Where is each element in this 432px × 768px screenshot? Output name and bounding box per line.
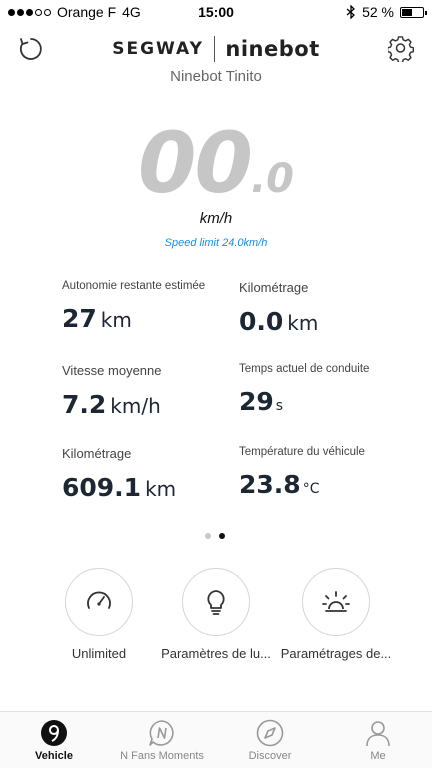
stat-total-mileage: Kilométrage 609.1 km — [62, 446, 232, 502]
tab-n-fans-label: N Fans Moments — [120, 750, 204, 762]
speed-value: 00 — [138, 114, 253, 212]
status-bar: Orange F 4G 15:00 52 % — [0, 0, 432, 24]
stat-label: Kilométrage — [239, 280, 309, 295]
stat-label: Autonomie restante estimée — [62, 280, 206, 292]
tab-discover-label: Discover — [248, 750, 292, 762]
tab-bar: Vehicle N Fans Moments Discover Me — [0, 711, 432, 768]
stat-value: 23.8 °C — [239, 470, 320, 499]
stat-label: Vitesse moyenne — [62, 363, 162, 378]
alarm-settings-circle[interactable] — [302, 568, 370, 636]
speed-unit: km/h — [199, 210, 233, 227]
stat-value: 609.1 km — [62, 473, 177, 502]
refresh-icon — [19, 38, 42, 60]
page-dot-2[interactable] — [219, 533, 225, 539]
bluetooth-icon — [346, 5, 356, 19]
tab-vehicle[interactable]: Vehicle — [0, 718, 108, 762]
stat-value: 0.0 km — [239, 307, 319, 336]
stat-label: Temps actuel de conduite — [239, 363, 370, 375]
settings-button[interactable] — [386, 34, 416, 64]
stat-trip-distance: Kilométrage 0.0 km — [239, 280, 409, 336]
vehicle-icon — [39, 718, 69, 748]
speed-mode-circle[interactable] — [65, 568, 133, 636]
tab-vehicle-label: Vehicle — [35, 750, 73, 762]
header: SEGWAY ninebot Ninebot Tinito — [0, 30, 432, 90]
stat-average-speed: Vitesse moyenne 7.2 km/h — [62, 363, 232, 419]
stat-vehicle-temperature: Température du véhicule 23.8 °C — [239, 446, 409, 499]
page-dot-1[interactable] — [205, 533, 211, 539]
alarm-settings-button[interactable]: Paramétrages de... — [266, 568, 406, 661]
stat-remaining-range: Autonomie restante estimée 27 km — [62, 280, 232, 333]
light-settings-circle[interactable] — [182, 568, 250, 636]
stat-value: 27 km — [62, 304, 132, 333]
alarm-settings-label: Paramétrages de... — [280, 646, 392, 661]
brand-ninebot: ninebot — [225, 37, 320, 61]
speed-decimal: .0 — [250, 156, 294, 202]
stat-value: 7.2 km/h — [62, 390, 161, 419]
light-settings-label: Paramètres de lu... — [161, 646, 271, 661]
speed-display: 00.0 — [0, 118, 432, 208]
n-fans-icon — [147, 718, 177, 748]
tab-n-fans-moments[interactable]: N Fans Moments — [108, 718, 216, 762]
device-name: Ninebot Tinito — [170, 68, 262, 85]
battery-percent: 52 % — [362, 4, 394, 20]
compass-icon — [255, 718, 285, 748]
tab-discover[interactable]: Discover — [216, 718, 324, 762]
light-bulb-icon — [207, 590, 225, 615]
stat-value: 29 s — [239, 387, 284, 416]
tab-me-label: Me — [370, 750, 386, 762]
speed-limit: Speed limit 24.0km/h — [164, 237, 268, 249]
stat-riding-time: Temps actuel de conduite 29 s — [239, 363, 409, 416]
alarm-light-icon — [322, 591, 350, 612]
stat-label: Kilométrage — [62, 446, 132, 461]
speedometer-icon — [87, 591, 111, 609]
battery-icon — [400, 6, 427, 18]
tab-me[interactable]: Me — [324, 718, 432, 762]
stat-label: Température du véhicule — [239, 446, 365, 458]
brand-divider — [213, 36, 216, 62]
gear-icon — [388, 36, 414, 62]
light-settings-button[interactable]: Paramètres de lu... — [146, 568, 286, 661]
refresh-button[interactable] — [16, 34, 46, 64]
brand-segway: SEGWAY — [112, 39, 204, 59]
status-right: 52 % — [346, 4, 427, 20]
page-indicator[interactable] — [205, 533, 225, 539]
person-icon — [363, 718, 393, 748]
brand-logo: SEGWAY ninebot — [106, 34, 326, 64]
